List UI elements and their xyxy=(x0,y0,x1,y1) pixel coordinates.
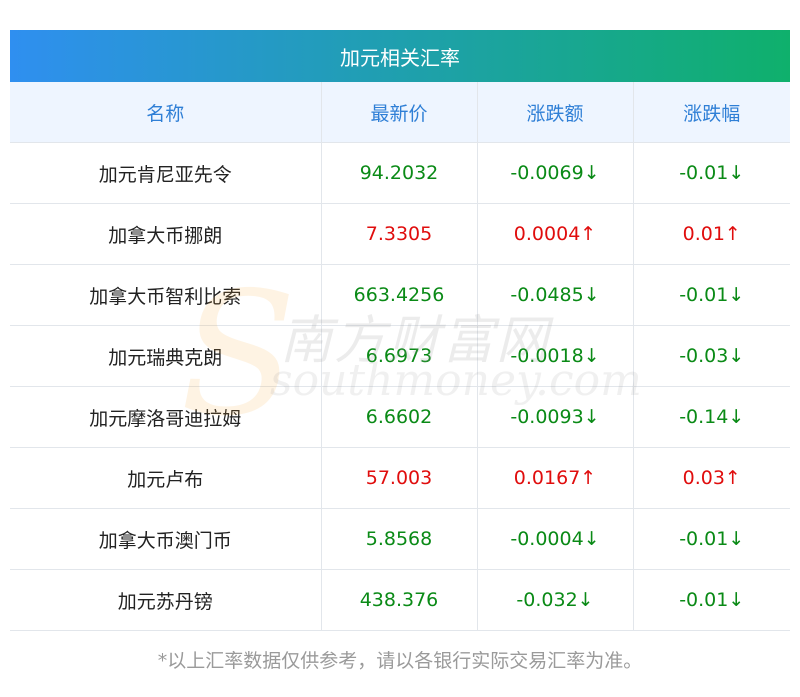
price-change: -0.0093↓ xyxy=(477,386,634,448)
table-row: 加元摩洛哥迪拉姆 6.6602 -0.0093↓ -0.14↓ xyxy=(10,386,790,448)
percent-change: 0.01↑ xyxy=(633,203,790,265)
latest-price: 6.6602 xyxy=(321,386,478,448)
price-change: -0.0069↓ xyxy=(477,142,634,204)
table-row: 加元苏丹镑 438.376 -0.032↓ -0.01↓ xyxy=(10,569,790,631)
currency-pair-name: 加拿大币挪朗 xyxy=(10,203,322,265)
price-change: 0.0004↑ xyxy=(477,203,634,265)
latest-price: 663.4256 xyxy=(321,264,478,326)
table-row: 加元卢布 57.003 0.0167↑ 0.03↑ xyxy=(10,447,790,509)
price-change: -0.032↓ xyxy=(477,569,634,631)
percent-change: -0.14↓ xyxy=(633,386,790,448)
currency-pair-name: 加元苏丹镑 xyxy=(10,569,322,631)
column-header-percent: 涨跌幅 xyxy=(633,82,790,143)
percent-change: -0.03↓ xyxy=(633,325,790,387)
table-header-row: 名称 最新价 涨跌额 涨跌幅 xyxy=(10,82,790,143)
price-change: -0.0018↓ xyxy=(477,325,634,387)
table-row: 加拿大币澳门币 5.8568 -0.0004↓ -0.01↓ xyxy=(10,508,790,570)
table-row: 加拿大币智利比索 663.4256 -0.0485↓ -0.01↓ xyxy=(10,264,790,326)
currency-pair-name: 加元摩洛哥迪拉姆 xyxy=(10,386,322,448)
percent-change: -0.01↓ xyxy=(633,264,790,326)
latest-price: 5.8568 xyxy=(321,508,478,570)
disclaimer-footnote: *以上汇率数据仅供参考，请以各银行实际交易汇率为准。 xyxy=(157,650,643,672)
rate-table-panel: 加元相关汇率 名称 最新价 涨跌额 涨跌幅 加元肯尼亚先令 94.2032 -0… xyxy=(10,30,790,631)
column-header-change: 涨跌额 xyxy=(477,82,634,143)
table-row: 加拿大币挪朗 7.3305 0.0004↑ 0.01↑ xyxy=(10,203,790,265)
price-change: -0.0004↓ xyxy=(477,508,634,570)
latest-price: 94.2032 xyxy=(321,142,478,204)
percent-change: 0.03↑ xyxy=(633,447,790,509)
latest-price: 438.376 xyxy=(321,569,478,631)
latest-price: 6.6973 xyxy=(321,325,478,387)
latest-price: 57.003 xyxy=(321,447,478,509)
percent-change: -0.01↓ xyxy=(633,142,790,204)
table-title: 加元相关汇率 xyxy=(10,30,790,82)
rates-table: 名称 最新价 涨跌额 涨跌幅 加元肯尼亚先令 94.2032 -0.0069↓ … xyxy=(10,82,790,631)
column-header-name: 名称 xyxy=(10,82,322,143)
currency-pair-name: 加元卢布 xyxy=(10,447,322,509)
table-row: 加元瑞典克朗 6.6973 -0.0018↓ -0.03↓ xyxy=(10,325,790,387)
price-change: 0.0167↑ xyxy=(477,447,634,509)
percent-change: -0.01↓ xyxy=(633,508,790,570)
table-row: 加元肯尼亚先令 94.2032 -0.0069↓ -0.01↓ xyxy=(10,142,790,204)
percent-change: -0.01↓ xyxy=(633,569,790,631)
currency-pair-name: 加元瑞典克朗 xyxy=(10,325,322,387)
column-header-price: 最新价 xyxy=(321,82,478,143)
currency-pair-name: 加拿大币澳门币 xyxy=(10,508,322,570)
currency-pair-name: 加拿大币智利比索 xyxy=(10,264,322,326)
price-change: -0.0485↓ xyxy=(477,264,634,326)
latest-price: 7.3305 xyxy=(321,203,478,265)
currency-pair-name: 加元肯尼亚先令 xyxy=(10,142,322,204)
